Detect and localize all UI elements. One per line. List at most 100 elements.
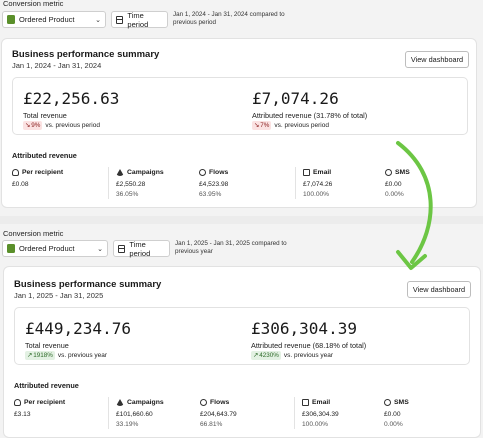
col-value: £3.13 (14, 411, 31, 418)
time-period-button[interactable]: Time period (111, 10, 168, 29)
col-pct: 100.00% (302, 421, 329, 428)
col-value: £4,523.98 (199, 181, 229, 188)
col-campaigns: Campaigns £2,550.28 36.05% (116, 169, 164, 198)
col-label: Flows (210, 399, 230, 406)
trend-up-icon: ↗ (27, 352, 33, 359)
flow-icon (200, 399, 207, 406)
total-change-note: vs. previous period (45, 122, 100, 129)
view-dashboard-button[interactable]: View dashboard (407, 281, 471, 298)
flow-icon (199, 169, 206, 176)
col-email: Email £7,074.26 100.00% (303, 169, 332, 198)
card-title: Business performance summary (14, 279, 162, 290)
col-value: £0.08 (12, 181, 29, 188)
attributed-change-value: 4230% (259, 352, 279, 359)
col-pct: 36.05% (116, 191, 139, 198)
conversion-metric-select[interactable]: Ordered Product ⌄ (2, 11, 106, 28)
email-icon (303, 169, 310, 176)
panel-separator (0, 216, 483, 224)
total-change-value: 9% (31, 122, 41, 129)
revenue-box: £449,234.76 Total revenue ↗ 1918% vs. pre… (14, 307, 470, 365)
trend-down-badge: ↘ 9% (23, 121, 43, 130)
column-divider (108, 167, 109, 199)
view-dashboard-button[interactable]: View dashboard (405, 51, 469, 68)
date-range-note: Jan 1, 2024 - Jan 31, 2024 compared to p… (173, 11, 285, 26)
total-revenue-value: £22,256.63 (23, 89, 120, 108)
col-value: £0.00 (384, 411, 401, 418)
date-range-note: Jan 1, 2025 - Jan 31, 2025 compared to p… (175, 240, 287, 255)
trend-down-icon: ↘ (25, 122, 31, 129)
time-period-button[interactable]: Time period (113, 239, 170, 258)
panel-2025: Conversion metric Ordered Product ⌄ Time… (0, 226, 483, 438)
col-per-recipient: Per recipient £3.13 (14, 399, 65, 418)
total-change-value: 1918% (33, 352, 53, 359)
attributed-change-note: vs. previous year (283, 352, 334, 359)
attributed-revenue-label: Attributed revenue (68.18% of total) (251, 341, 367, 350)
people-icon (12, 169, 19, 176)
col-sms: SMS £0.00 0.00% (385, 169, 410, 198)
total-revenue-change: ↘ 9% vs. previous period (23, 121, 100, 130)
email-icon (302, 399, 309, 406)
attributed-revenue-value: £306,304.39 (251, 319, 357, 338)
col-value: £7,074.26 (303, 181, 333, 188)
card-subtitle: Jan 1, 2024 - Jan 31, 2024 (12, 61, 102, 70)
column-divider (295, 167, 296, 199)
column-divider (108, 397, 109, 429)
col-value: £0.00 (385, 181, 402, 188)
panel-2024: Conversion metric Ordered Product ⌄ Time… (0, 0, 483, 215)
column-divider (294, 397, 295, 429)
shopify-icon (7, 15, 15, 24)
business-summary-card: Business performance summary Jan 1, 2025… (3, 266, 481, 438)
col-flows: Flows £4,523.98 63.95% (199, 169, 228, 198)
calendar-icon (118, 244, 126, 253)
card-subtitle: Jan 1, 2025 - Jan 31, 2025 (14, 291, 104, 300)
col-value: £101,660.60 (116, 411, 153, 418)
col-per-recipient: Per recipient £0.08 (12, 169, 63, 188)
attributed-change-note: vs. previous period (274, 122, 329, 129)
col-label: Per recipient (22, 169, 64, 176)
conversion-metric-label: Conversion metric (3, 229, 64, 238)
total-revenue-label: Total revenue (25, 341, 69, 350)
attributed-revenue-change: ↗ 4230% vs. previous year (251, 351, 333, 360)
col-label: Per recipient (24, 399, 66, 406)
col-sms: SMS £0.00 0.00% (384, 399, 409, 428)
shopify-icon (7, 244, 15, 253)
trend-down-badge: ↘ 7% (252, 121, 272, 130)
col-label: SMS (394, 399, 409, 406)
time-period-label: Time period (129, 239, 151, 258)
attributed-revenue-title: Attributed revenue (14, 381, 79, 390)
col-pct: 66.81% (200, 421, 223, 428)
trend-up-icon: ↗ (253, 352, 259, 359)
col-label: SMS (395, 169, 410, 176)
card-title: Business performance summary (12, 49, 160, 60)
chevron-down-icon: ⌄ (97, 245, 103, 253)
attributed-revenue-title: Attributed revenue (12, 151, 77, 160)
attributed-change-value: 7% (260, 122, 270, 129)
total-revenue-value: £449,234.76 (25, 319, 131, 338)
total-change-note: vs. previous year (57, 352, 108, 359)
total-revenue-label: Total revenue (23, 111, 67, 120)
col-label: Campaigns (127, 169, 164, 176)
col-value: £2,550.28 (116, 181, 146, 188)
col-label: Email (313, 169, 332, 176)
calendar-icon (116, 15, 124, 24)
col-pct: 33.19% (116, 421, 139, 428)
conversion-metric-value: Ordered Product (19, 244, 75, 253)
col-pct: 63.95% (199, 191, 222, 198)
conversion-metric-label: Conversion metric (3, 0, 64, 8)
total-revenue-change: ↗ 1918% vs. previous year (25, 351, 107, 360)
col-pct: 0.00% (384, 421, 403, 428)
chevron-down-icon: ⌄ (95, 16, 101, 24)
col-value: £204,643.79 (200, 411, 237, 418)
col-value: £306,304.39 (302, 411, 339, 418)
col-pct: 0.00% (385, 191, 404, 198)
sms-icon (384, 399, 391, 406)
sms-icon (385, 169, 392, 176)
time-period-label: Time period (127, 10, 149, 29)
conversion-metric-value: Ordered Product (19, 15, 75, 24)
col-campaigns: Campaigns £101,660.60 33.19% (116, 399, 164, 428)
attributed-revenue-label: Attributed revenue (31.78% of total) (252, 111, 368, 120)
trend-down-icon: ↘ (254, 122, 260, 129)
conversion-metric-select[interactable]: Ordered Product ⌄ (2, 240, 108, 257)
people-icon (14, 399, 21, 406)
col-email: Email £306,304.39 100.00% (302, 399, 339, 428)
